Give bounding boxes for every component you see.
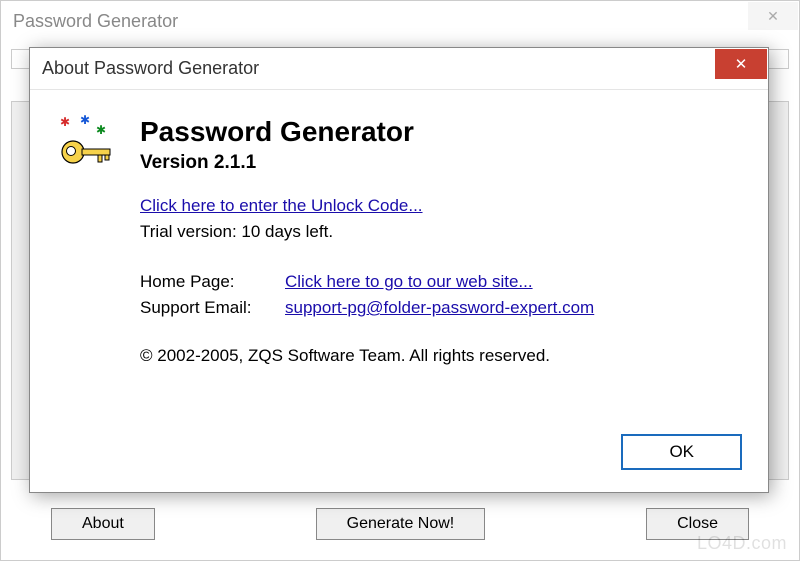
support-email-label: Support Email: bbox=[140, 298, 285, 318]
close-icon: ✕ bbox=[767, 8, 779, 25]
about-button[interactable]: About bbox=[51, 508, 155, 540]
about-dialog-title: About Password Generator bbox=[42, 58, 259, 79]
main-window-titlebar: Password Generator bbox=[1, 1, 799, 41]
copyright-text: © 2002-2005, ZQS Software Team. All righ… bbox=[140, 346, 740, 366]
unlock-code-link[interactable]: Click here to enter the Unlock Code... bbox=[140, 196, 423, 215]
main-buttons-row: About Generate Now! Close bbox=[51, 508, 749, 540]
watermark-text: LO4D.com bbox=[697, 533, 787, 554]
app-name: Password Generator bbox=[140, 116, 414, 148]
about-header: ✱ ✱ ✱ Password Generator V bbox=[58, 116, 740, 174]
about-title-block: Password Generator Version 2.1.1 bbox=[140, 116, 414, 174]
key-icon: ✱ ✱ ✱ bbox=[58, 116, 114, 174]
about-info: Click here to enter the Unlock Code... T… bbox=[140, 196, 740, 366]
close-icon: ✕ bbox=[735, 55, 748, 73]
links-block: Home Page: Click here to go to our web s… bbox=[140, 272, 740, 318]
about-dialog-titlebar: About Password Generator bbox=[30, 48, 768, 90]
about-dialog-close-button[interactable]: ✕ bbox=[715, 49, 767, 79]
generate-now-button[interactable]: Generate Now! bbox=[316, 508, 486, 540]
about-dialog: About Password Generator ✕ ✱ ✱ ✱ bbox=[29, 47, 769, 493]
main-window: Password Generator ✕ About Generate Now!… bbox=[0, 0, 800, 561]
main-window-title: Password Generator bbox=[13, 11, 178, 32]
about-dialog-body: ✱ ✱ ✱ Password Generator V bbox=[30, 90, 768, 382]
dialog-button-row: OK bbox=[621, 434, 742, 470]
support-email-link[interactable]: support-pg@folder-password-expert.com bbox=[285, 298, 594, 318]
main-window-close-button[interactable]: ✕ bbox=[748, 2, 798, 30]
homepage-label: Home Page: bbox=[140, 272, 285, 292]
trial-status: Trial version: 10 days left. bbox=[140, 222, 740, 242]
app-version: Version 2.1.1 bbox=[140, 152, 414, 174]
homepage-link[interactable]: Click here to go to our web site... bbox=[285, 272, 533, 292]
ok-button[interactable]: OK bbox=[621, 434, 742, 470]
